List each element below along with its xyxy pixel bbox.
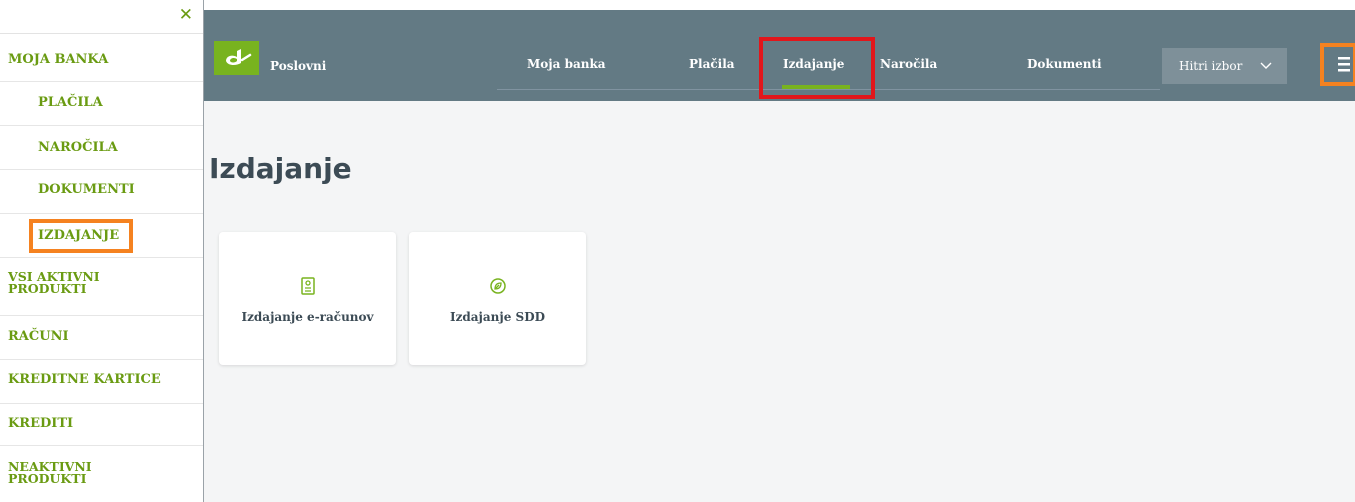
nav-moja-banka[interactable]: Moja banka [527, 57, 606, 71]
active-tab-indicator [782, 85, 850, 89]
sidebar-item-label: KREDITNE KARTICE [8, 372, 161, 387]
card-izdajanje-e-racunov[interactable]: Izdajanje e-računov [219, 232, 396, 365]
nav-placila[interactable]: Plačila [689, 57, 735, 71]
sidebar-item-izdajanje[interactable]: IZDAJANJE [0, 214, 203, 258]
sidebar-item-label: DOKUMENTI [38, 182, 135, 197]
sidebar-item-label: RAČUNI [8, 329, 69, 344]
sidebar: ✕ MOJA BANKA PLAČILA NAROČILA DOKUMENTI … [0, 0, 204, 502]
sidebar-top-bar: ✕ [0, 0, 203, 34]
sidebar-item-label: VSI AKTIVNI PRODUKTI [8, 269, 100, 296]
nav-narocila[interactable]: Naročila [880, 57, 937, 71]
top-navigation-bar: Poslovni Moja banka Plačila Izdajanje Na… [204, 10, 1355, 101]
close-icon[interactable]: ✕ [179, 5, 193, 25]
sidebar-item-krediti[interactable]: KREDITI [0, 404, 203, 446]
sidebar-item-label: KREDITI [8, 416, 74, 431]
chevron-down-icon [1260, 59, 1272, 73]
nav-izdajanje[interactable]: Izdajanje [783, 57, 844, 71]
sidebar-item-moja-banka[interactable]: MOJA BANKA [0, 34, 203, 82]
sidebar-item-dokumenti[interactable]: DOKUMENTI [0, 170, 203, 214]
sidebar-item-placila[interactable]: PLAČILA [0, 82, 203, 126]
hamburger-menu-icon [1320, 43, 1355, 86]
nav-dokumenti[interactable]: Dokumenti [1027, 57, 1102, 71]
hamburger-menu-button[interactable] [1320, 43, 1355, 86]
sidebar-item-narocila[interactable]: NAROČILA [0, 126, 203, 170]
sidebar-item-kreditne-kartice[interactable]: KREDITNE KARTICE [0, 360, 203, 404]
bank-logo[interactable] [214, 41, 259, 75]
quick-select-dropdown[interactable]: Hitri izbor [1162, 48, 1287, 84]
quick-select-label: Hitri izbor [1179, 59, 1243, 73]
e-invoice-icon [219, 277, 396, 299]
card-label: Izdajanje SDD [449, 310, 546, 324]
sidebar-item-racuni[interactable]: RAČUNI [0, 316, 203, 360]
card-izdajanje-sdd[interactable]: Izdajanje SDD [409, 232, 586, 365]
sidebar-item-label: NAROČILA [38, 140, 118, 155]
sidebar-item-label: MOJA BANKA [8, 52, 109, 67]
sidebar-item-label: IZDAJANJE [38, 228, 120, 243]
brand-name: Poslovni [270, 59, 327, 73]
sidebar-item-label: NEAKTIVNI PRODUKTI [8, 459, 92, 486]
sidebar-item-label: PLAČILA [38, 95, 103, 110]
nav-divider-line [497, 89, 1160, 90]
logo-icon [225, 49, 251, 66]
sidebar-item-neaktivni-produkti[interactable]: NEAKTIVNI PRODUKTI [0, 446, 203, 502]
card-label: Izdajanje e-računov [241, 310, 374, 324]
sidebar-item-vsi-aktivni-produkti[interactable]: VSI AKTIVNI PRODUKTI [0, 258, 203, 316]
main-content: Izdajanje Izdajanje e-računov Izdajanje … [204, 101, 1355, 502]
page-title: Izdajanje [209, 152, 352, 185]
direct-debit-icon [409, 277, 586, 299]
